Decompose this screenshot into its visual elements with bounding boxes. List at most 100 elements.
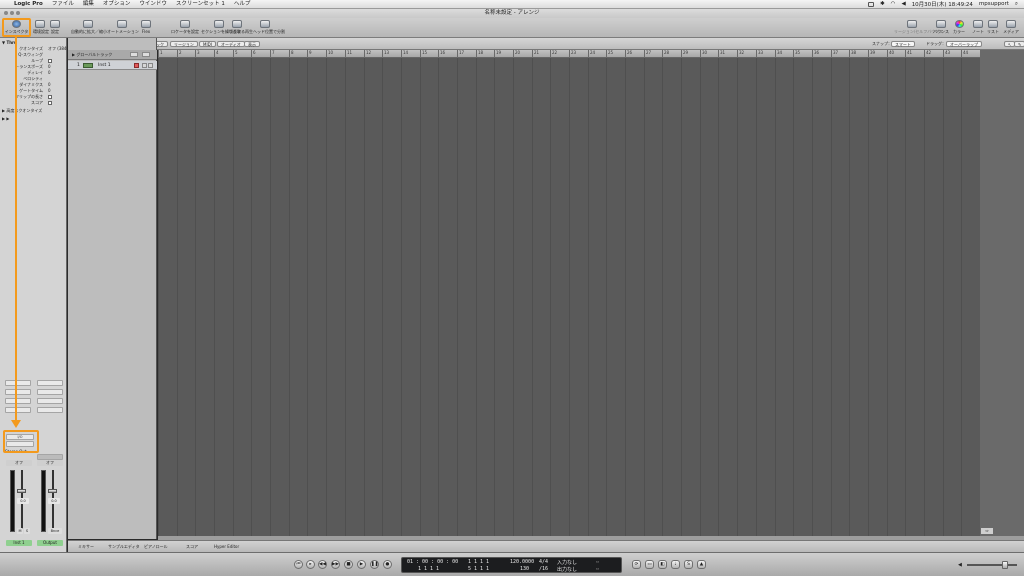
snap-select[interactable]: スマート [891, 41, 915, 47]
tab-piano-roll[interactable]: ピアノロール [144, 543, 168, 551]
volume-icon[interactable]: ◀ [901, 1, 905, 7]
record-enable-button[interactable] [134, 63, 139, 68]
volume-fader-knob-left[interactable] [17, 489, 26, 493]
menu-window[interactable]: ウインドウ [139, 0, 167, 9]
menu-screenset[interactable]: スクリーンセット 1 [176, 0, 225, 9]
insert-slot[interactable] [5, 380, 31, 386]
inspector-row[interactable]: ディレイ 0 [2, 70, 65, 75]
notes-button[interactable]: ノート [972, 20, 984, 36]
inspector-row[interactable]: Q-スウィング [2, 52, 65, 57]
tuner-icon[interactable]: ♩ [671, 560, 680, 569]
inspector-row[interactable]: クオンタイズ オフ (3840) [2, 46, 70, 51]
stop-icon[interactable]: ■ [344, 560, 353, 569]
inspector-row[interactable]: スコア [2, 100, 65, 105]
volume-fader-knob-right[interactable] [48, 489, 57, 493]
add-track-button[interactable] [130, 52, 138, 57]
tray-icon[interactable] [868, 1, 875, 7]
send-slot[interactable] [37, 398, 63, 404]
play-icon[interactable]: ▶ [357, 560, 366, 569]
inspector-row[interactable]: ループ [2, 58, 65, 63]
bounce-strip-button[interactable]: Bnce [48, 528, 62, 534]
score-checkbox[interactable] [48, 101, 52, 105]
solo-track-button[interactable] [148, 63, 153, 68]
bluetooth-icon[interactable]: ✱ [880, 1, 885, 7]
region-bounce-button[interactable]: リージョン/セルフバウンス [894, 20, 943, 36]
set-locators-button[interactable]: ロケータを設定 [171, 20, 199, 36]
autopunch-icon[interactable]: ▭ [645, 560, 654, 569]
arrange-area[interactable] [158, 58, 980, 536]
loop-checkbox[interactable] [48, 59, 52, 63]
wifi-icon[interactable]: ◠ [891, 1, 896, 7]
rewind-icon[interactable]: ◀◀ [318, 560, 327, 569]
inspector-row[interactable]: ベロシティ [2, 76, 65, 81]
inspector-row[interactable]: ゲートタイム 0 [2, 88, 65, 93]
bounce-button[interactable]: バウンス [932, 20, 950, 36]
preferences-button[interactable]: 環境設定 [33, 20, 49, 36]
spotlight-icon[interactable]: ⌕ [1015, 1, 1018, 8]
track-row[interactable]: 1 Inst 1 [68, 61, 157, 70]
clock[interactable]: 10月30日(木) 18:49:24 [912, 0, 973, 8]
menu-options[interactable]: オプション [103, 0, 131, 9]
mute-track-button[interactable] [142, 63, 147, 68]
insert-slot[interactable] [37, 389, 63, 395]
close-window-icon[interactable] [4, 11, 8, 15]
insert-slot[interactable] [37, 380, 63, 386]
minimize-window-icon[interactable] [10, 11, 14, 15]
send-slot[interactable] [37, 407, 63, 413]
split-at-playhead-button[interactable]: 再生ヘッド位置で分割 [245, 20, 285, 36]
division[interactable]: /16 [539, 566, 548, 572]
play-from-start-icon[interactable]: ▸ [306, 560, 315, 569]
fast-forward-icon[interactable]: ▶▶ [331, 560, 340, 569]
settings-button[interactable]: 設定 [49, 20, 61, 36]
solo-icon[interactable]: S [684, 560, 693, 569]
transport-lcd[interactable]: 01 : 00 : 00 : 00 1 1 1 1 1 1 1 1 5 1 1 … [401, 557, 622, 573]
inspector-collapsed-section[interactable]: ▶ ▶ [2, 116, 65, 121]
tab-mixer[interactable]: ミキサー [78, 543, 94, 551]
drag-select[interactable]: オーバーラップ [946, 41, 982, 47]
inspector-row[interactable]: クリップの長さ [2, 94, 65, 99]
vertical-scroll-area[interactable]: ⇨ [980, 50, 1024, 536]
zoom-arrow-icon[interactable]: ⇨ [981, 528, 993, 534]
automation-mode-right[interactable]: オフ [37, 460, 63, 466]
menu-file[interactable]: ファイル [52, 0, 74, 9]
pause-icon[interactable]: ❚❚ [370, 560, 379, 569]
track-options-button[interactable] [142, 52, 150, 57]
send-slot[interactable] [5, 398, 31, 404]
flex-button[interactable]: Flex [139, 20, 153, 36]
send-slot[interactable] [5, 407, 31, 413]
go-to-start-icon[interactable]: ⏮ [294, 560, 303, 569]
time-signature[interactable]: 4/4 [539, 559, 548, 565]
user-name[interactable]: mpsupport [979, 1, 1009, 7]
inspector-row[interactable]: トランスポーズ 0 [2, 64, 65, 69]
midi-menu[interactable]: MIDI [199, 41, 216, 47]
menu-edit[interactable]: 編集 [83, 0, 94, 9]
master-volume-slider[interactable] [967, 564, 1017, 566]
clip-length-checkbox[interactable] [48, 95, 52, 99]
replace-icon[interactable]: ◧ [658, 560, 667, 569]
track-name[interactable]: Inst 1 [98, 61, 111, 70]
pencil-tool[interactable]: ✎ [1014, 41, 1024, 47]
mute-button[interactable]: M [17, 528, 23, 534]
global-tracks-header[interactable]: ▶ グローバルトラック [68, 50, 157, 60]
lists-button[interactable]: リスト [987, 20, 999, 36]
solo-button[interactable]: S [24, 528, 30, 534]
inspector-section-thru[interactable]: ▼ Thru [2, 40, 65, 45]
tempo[interactable]: 120.0000 [510, 559, 534, 565]
tab-hyper-editor[interactable]: Hyper Editor [214, 543, 239, 551]
menu-app[interactable]: Logic Pro [14, 0, 43, 9]
automation-mode-left[interactable]: オフ [6, 460, 32, 466]
autozoom-button[interactable]: 自動的に拡大／縮小 [71, 20, 107, 36]
view-menu[interactable]: 表示 [244, 41, 260, 47]
tab-sample-editor[interactable]: サンプルエディタ [108, 543, 140, 551]
metronome-icon[interactable]: ▲ [697, 560, 706, 569]
colors-button[interactable]: カラー [952, 20, 966, 36]
menu-help[interactable]: ヘルプ [234, 0, 251, 9]
zoom-window-icon[interactable] [16, 11, 20, 15]
master-volume-knob[interactable] [1002, 561, 1008, 569]
bar-ruler[interactable]: 1 2 3 4 5 6 7 8 9 10 11 12 13 14 15 16 17 18 19 20 21 22 23 24 2… [158, 50, 980, 58]
record-icon[interactable]: ● [383, 560, 392, 569]
channel-name-left[interactable]: Inst 1 [6, 540, 32, 546]
cycle-icon[interactable]: ⟳ [632, 560, 641, 569]
inspector-row[interactable]: ダイナミクス 0 [2, 82, 65, 87]
advanced-quantize-toggle[interactable]: ▶ 高度なクオンタイズ [2, 108, 65, 113]
